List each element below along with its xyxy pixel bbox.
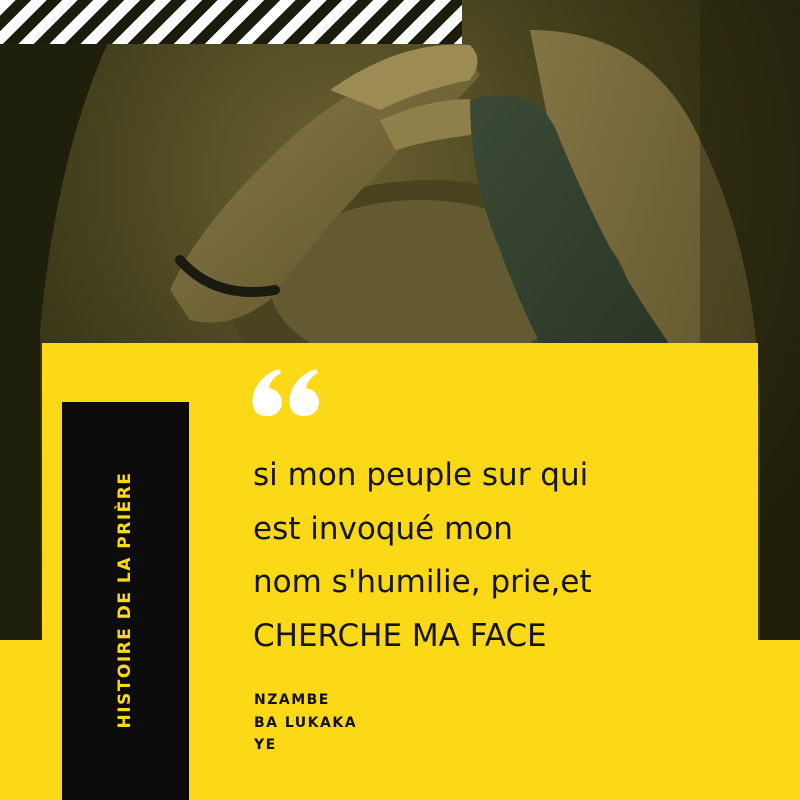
author-attribution: NZAMBE BA LUKAKA YE <box>254 689 357 757</box>
author-line: YE <box>254 737 277 753</box>
side-label: HISTOIRE DE LA PRIÈRE <box>115 471 135 729</box>
quote-text: si mon peuple sur qui est invoqué mon no… <box>253 449 723 663</box>
author-line: NZAMBE <box>254 692 330 708</box>
quote-line: nom s'humilie, prie,et <box>253 564 592 600</box>
author-line: BA LUKAKA <box>254 714 358 731</box>
quote-line: est invoqué mon <box>253 510 513 547</box>
quote-card: HISTOIRE DE LA PRIÈRE si mon peuple sur … <box>0 0 800 800</box>
quote-mark-icon <box>252 369 319 416</box>
quote-line: CHERCHE MA FACE <box>253 617 547 654</box>
striped-accent <box>0 0 462 44</box>
quote-line: si mon peuple sur qui <box>253 457 589 493</box>
